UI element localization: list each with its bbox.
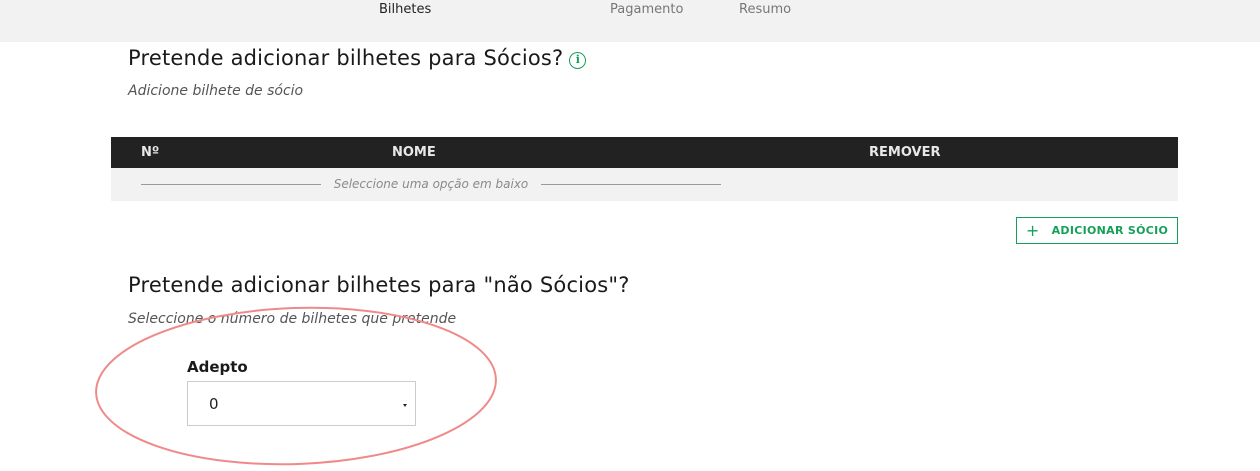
adepto-selected-value: 0 xyxy=(209,395,219,413)
info-icon[interactable]: i xyxy=(569,52,587,69)
socios-table-empty-row: Seleccione uma opção em baixo xyxy=(111,168,1178,201)
socios-section-title: Pretende adicionar bilhetes para Sócios?… xyxy=(128,46,587,70)
socios-table-header: Nº NOME REMOVER xyxy=(111,137,1178,168)
column-header-remover: REMOVER xyxy=(869,145,941,160)
add-socio-button[interactable]: + ADICIONAR SÓCIO xyxy=(1016,217,1178,244)
step-pagamento[interactable]: Pagamento xyxy=(610,2,683,17)
checkout-steps-bar: Bilhetes Pagamento Resumo xyxy=(0,0,1260,42)
nao-socios-section-subtitle: Seleccione o número de bilhetes que pret… xyxy=(128,311,457,327)
socios-title-text: Pretende adicionar bilhetes para Sócios? xyxy=(128,46,564,70)
step-bilhetes[interactable]: Bilhetes xyxy=(379,2,431,17)
empty-divider-right xyxy=(541,184,721,185)
caret-down-icon xyxy=(403,404,407,407)
adepto-label: Adepto xyxy=(187,358,248,376)
nao-socios-section-title: Pretende adicionar bilhetes para "não Só… xyxy=(128,273,630,297)
step-resumo[interactable]: Resumo xyxy=(739,2,791,17)
column-header-number: Nº xyxy=(141,145,160,160)
add-socio-label: ADICIONAR SÓCIO xyxy=(1051,224,1169,237)
empty-divider-left xyxy=(141,184,321,185)
adepto-quantity-select[interactable]: 0 xyxy=(187,381,416,426)
socios-section-subtitle: Adicione bilhete de sócio xyxy=(128,83,304,99)
column-header-nome: NOME xyxy=(392,145,436,160)
plus-icon: + xyxy=(1025,220,1040,240)
empty-table-message: Seleccione uma opção em baixo xyxy=(333,177,529,191)
